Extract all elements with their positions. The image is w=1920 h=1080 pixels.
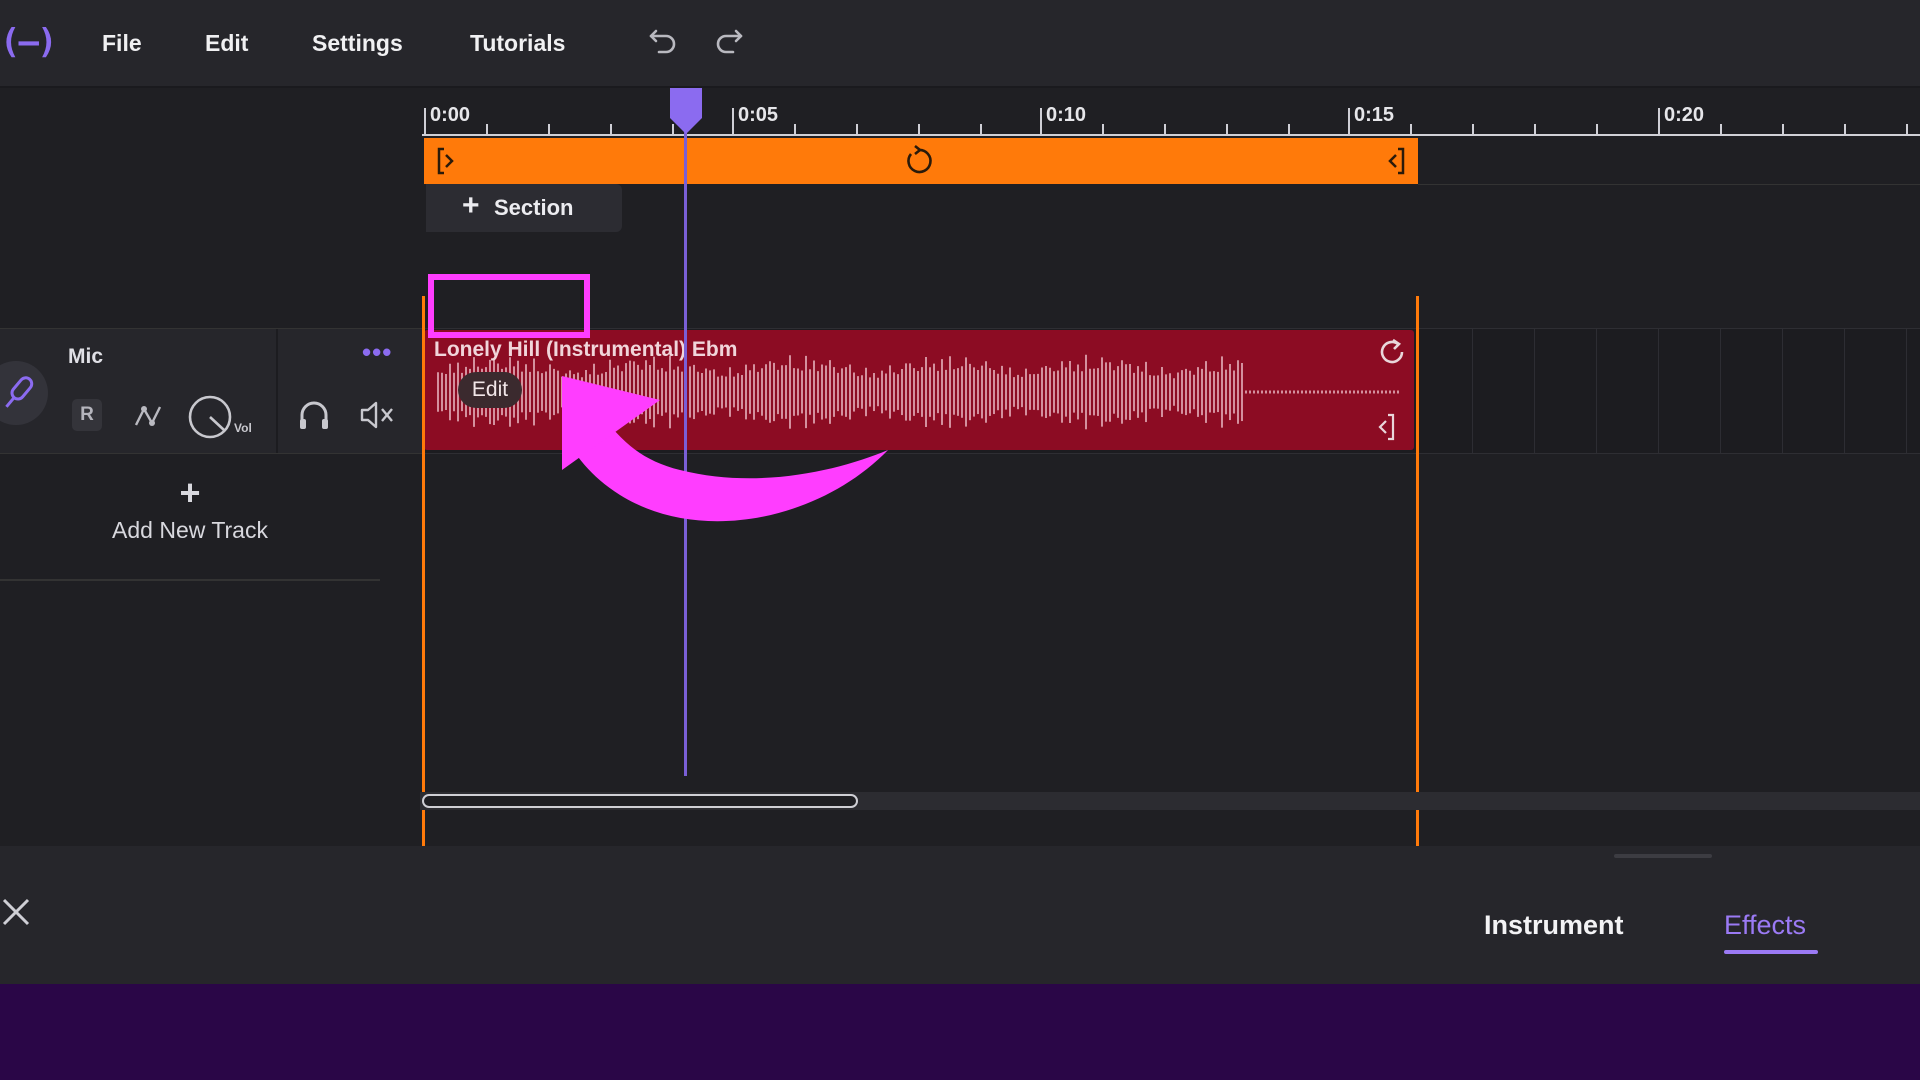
grid-line: [1472, 329, 1473, 453]
clip-end-handle-icon[interactable]: [1374, 412, 1396, 442]
loop-start-handle-icon[interactable]: [436, 146, 458, 176]
playhead-handle-icon[interactable]: [668, 88, 704, 134]
loop-region-bar[interactable]: [424, 138, 1418, 184]
bottom-panel: Instrument Effects: [0, 846, 1920, 984]
ruler-tick: [1288, 124, 1290, 134]
record-arm-button[interactable]: R: [72, 399, 102, 431]
app-logo[interactable]: (—): [0, 22, 57, 62]
track-headers: Mic ••• R Vol + Add New Track: [0, 88, 422, 688]
track-icon-badge: [0, 361, 48, 425]
track-name[interactable]: Mic: [68, 345, 103, 369]
ruler-tick: [1782, 124, 1784, 134]
grid-line: [1534, 329, 1535, 453]
add-section-button[interactable]: + Section: [426, 184, 622, 232]
ruler-tick: [486, 124, 488, 134]
ruler-tick: [1534, 124, 1536, 134]
time-ruler[interactable]: 0:00 0:05 0:10 0:15 0:20: [422, 88, 1920, 138]
ruler-label: 0:05: [738, 104, 779, 126]
grid-line: [1906, 329, 1907, 453]
undo-icon[interactable]: [646, 22, 680, 56]
volume-label: Vol: [234, 421, 252, 435]
plus-icon: +: [179, 472, 201, 513]
audio-clip[interactable]: Lonely Hill (Instrumental) Ebm Edit: [424, 330, 1414, 450]
loop-end-handle-icon[interactable]: [1384, 146, 1406, 176]
add-new-track-button[interactable]: + Add New Track: [0, 453, 380, 581]
ruler-tick: [1658, 108, 1660, 134]
grid-line: [1720, 329, 1721, 453]
ruler-tick: [1102, 124, 1104, 134]
ruler-tick: [548, 124, 550, 134]
menu-bar: (—) File Edit Settings Tutorials: [0, 0, 1920, 88]
ruler-tick: [856, 124, 858, 134]
track-header-mic[interactable]: Mic ••• R Vol: [0, 328, 422, 454]
ruler-label: 0:10: [1046, 104, 1087, 126]
ruler-tick: [1410, 124, 1412, 134]
ruler-tick: [1040, 108, 1042, 134]
grid-line: [1782, 329, 1783, 453]
app-window: (—) File Edit Settings Tutorials Mic •••…: [0, 0, 1920, 984]
ruler-tick: [1720, 124, 1722, 134]
clip-name: Lonely Hill (Instrumental) Ebm: [434, 338, 738, 361]
ruler-tick: [1596, 124, 1598, 134]
ruler-tick: [1844, 124, 1846, 134]
scrollbar-thumb[interactable]: [422, 794, 858, 808]
panel-resize-grip[interactable]: [1614, 854, 1712, 858]
header-divider: [276, 329, 278, 453]
menu-settings[interactable]: Settings: [312, 30, 403, 57]
ruler-baseline: [422, 134, 1920, 136]
ruler-tick: [424, 108, 426, 134]
ruler-label: 0:00: [430, 104, 471, 126]
redo-icon[interactable]: [712, 22, 746, 56]
ruler-tick: [732, 108, 734, 134]
ruler-tick: [1226, 124, 1228, 134]
automation-icon[interactable]: [132, 399, 166, 433]
tab-instrument[interactable]: Instrument: [1484, 910, 1624, 941]
active-tab-indicator: [1724, 950, 1818, 954]
ruler-tick: [1348, 108, 1350, 134]
ruler-tick: [610, 124, 612, 134]
region-end-line: [1416, 296, 1419, 864]
loop-bar-empty: [1418, 138, 1920, 185]
tab-effects[interactable]: Effects: [1724, 910, 1806, 941]
ruler-tick: [794, 124, 796, 134]
menu-file[interactable]: File: [102, 30, 142, 57]
plus-icon: +: [462, 189, 480, 222]
grid-line: [1596, 329, 1597, 453]
grid-line: [1844, 329, 1845, 453]
ruler-tick: [918, 124, 920, 134]
timeline[interactable]: 0:00 0:05 0:10 0:15 0:20 + Section Lonel…: [422, 88, 1920, 864]
headphones-icon[interactable]: [296, 397, 332, 433]
region-start-line: [422, 296, 425, 864]
grid-line: [1658, 329, 1659, 453]
edit-button-highlight: [428, 274, 590, 338]
ruler-tick: [980, 124, 982, 134]
close-icon[interactable]: [0, 894, 36, 930]
mute-icon[interactable]: [358, 397, 398, 433]
add-new-track-label: Add New Track: [112, 517, 268, 543]
menu-tutorials[interactable]: Tutorials: [470, 30, 565, 57]
add-section-label: Section: [494, 195, 574, 220]
ruler-label: 0:15: [1354, 104, 1395, 126]
ruler-tick: [1906, 124, 1908, 134]
playhead-line[interactable]: [684, 96, 687, 776]
menu-edit[interactable]: Edit: [205, 30, 248, 57]
clip-edit-button[interactable]: Edit: [458, 372, 522, 408]
microphone-icon: [5, 376, 34, 408]
more-dots-icon[interactable]: •••: [362, 337, 392, 368]
loop-toggle-icon[interactable]: [902, 144, 936, 178]
ruler-label: 0:20: [1664, 104, 1705, 126]
ruler-tick: [1472, 124, 1474, 134]
ruler-tick: [1164, 124, 1166, 134]
refresh-icon[interactable]: [1376, 336, 1408, 368]
